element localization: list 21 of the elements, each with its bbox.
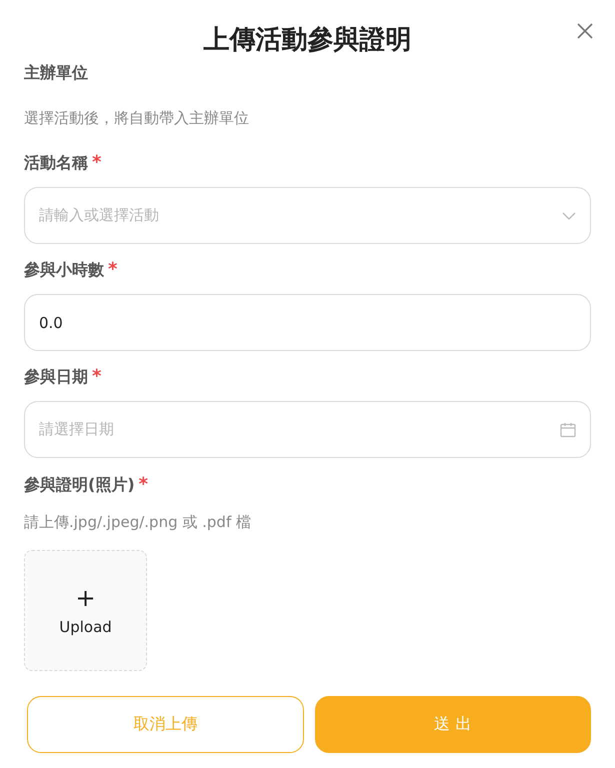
field-label: 主辦單位 <box>24 62 88 84</box>
hint-text: 請上傳.jpg/.jpeg/.png 或 .pdf 檔 <box>24 512 252 533</box>
field-label: 參與證明(照片) <box>24 474 135 496</box>
required-mark: * <box>138 473 148 497</box>
field-label: 參與小時數 <box>24 259 104 281</box>
submit-button[interactable]: 送 出 <box>314 696 591 753</box>
field-label: 活動名稱 <box>24 152 88 174</box>
close-icon[interactable] <box>577 23 593 39</box>
required-mark: * <box>92 365 102 389</box>
dialog-title: 上傳活動參與證明 <box>204 24 412 57</box>
date-picker[interactable]: 請選擇日期 <box>24 401 591 458</box>
calendar-icon <box>560 422 576 438</box>
required-mark: * <box>108 258 118 282</box>
hint-text: 選擇活動後，將自動帶入主辦單位 <box>24 108 250 129</box>
hours-input[interactable]: 0.0 <box>24 294 591 351</box>
chevron-down-icon <box>562 212 576 220</box>
upload-button[interactable]: + Upload <box>24 550 147 671</box>
activity-select[interactable]: 請輸入或選擇活動 <box>24 187 591 244</box>
required-mark: * <box>92 151 102 175</box>
field-label: 參與日期 <box>24 366 88 388</box>
cancel-button[interactable]: 取消上傳 <box>27 696 304 753</box>
